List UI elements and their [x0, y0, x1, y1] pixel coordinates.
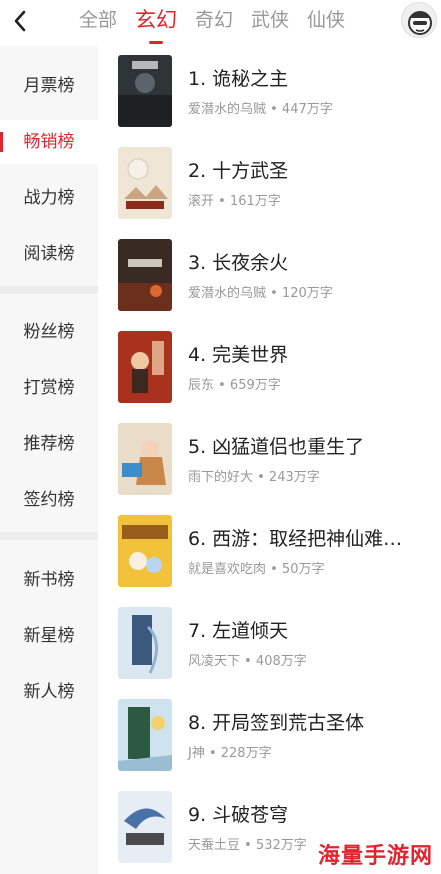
- book-cover: [118, 239, 172, 311]
- watermark: 海量手游网: [317, 844, 433, 869]
- book-cover: [118, 147, 172, 219]
- sidebar-item-new-books[interactable]: 新书榜: [0, 558, 98, 602]
- book-title: 5. 凶猛道侣也重生了: [188, 436, 365, 458]
- book-cover: [118, 55, 172, 127]
- list-item[interactable]: 1. 诡秘之主 爱潜水的乌贼 • 447万字: [98, 46, 441, 138]
- chevron-left-icon: [14, 10, 26, 32]
- book-title: 3. 长夜余火: [188, 252, 289, 274]
- book-meta: 滚开 • 161万字: [188, 194, 281, 209]
- book-cover: [118, 607, 172, 679]
- sidebar-item-reading[interactable]: 阅读榜: [0, 232, 98, 276]
- book-meta: 雨下的好大 • 243万字: [188, 470, 320, 485]
- list-item[interactable]: 8. 开局签到荒古圣体 J神 • 228万字: [98, 690, 441, 782]
- avatar[interactable]: [401, 2, 437, 38]
- book-meta: J神 • 228万字: [188, 746, 272, 761]
- book-meta: 天蚕土豆 • 532万字: [188, 838, 307, 853]
- book-meta: 爱潜水的乌贼 • 120万字: [188, 286, 333, 301]
- sidebar-item-bestseller[interactable]: 畅销榜: [0, 120, 98, 164]
- list-item[interactable]: 2. 十方武圣 滚开 • 161万字: [98, 138, 441, 230]
- book-cover: [118, 699, 172, 771]
- list-item[interactable]: 7. 左道倾天 风凌天下 • 408万字: [98, 598, 441, 690]
- book-list: 1. 诡秘之主 爱潜水的乌贼 • 447万字 2. 十方武圣 滚开 • 161万…: [98, 46, 441, 874]
- ranking-sidebar: 月票榜 畅销榜 战力榜 阅读榜 粉丝榜 打赏榜 推荐榜 签约榜 新书榜 新星榜 …: [0, 46, 98, 874]
- top-tab-bar: 全部 玄幻 奇幻 武侠 仙侠: [0, 0, 441, 46]
- book-cover: [118, 423, 172, 495]
- back-button[interactable]: [6, 6, 36, 36]
- book-title: 9. 斗破苍穹: [188, 804, 289, 826]
- list-item[interactable]: 4. 完美世界 辰东 • 659万字: [98, 322, 441, 414]
- tab-xuanhuan[interactable]: 玄幻: [126, 0, 186, 46]
- list-item[interactable]: 3. 长夜余火 爱潜水的乌贼 • 120万字: [98, 230, 441, 322]
- sidebar-item-new-authors[interactable]: 新人榜: [0, 670, 98, 714]
- sidebar-item-signed[interactable]: 签约榜: [0, 478, 98, 522]
- tab-qihuan[interactable]: 奇幻: [186, 0, 242, 46]
- book-meta: 风凌天下 • 408万字: [188, 654, 307, 669]
- book-title: 6. 西游：取经把神仙难…: [188, 528, 403, 550]
- list-item[interactable]: 6. 西游：取经把神仙难… 就是喜欢吃肉 • 50万字: [98, 506, 441, 598]
- sidebar-item-tips[interactable]: 打赏榜: [0, 366, 98, 410]
- book-title: 7. 左道倾天: [188, 620, 289, 642]
- sidebar-item-new-stars[interactable]: 新星榜: [0, 614, 98, 658]
- tab-xianxia[interactable]: 仙侠: [298, 0, 354, 46]
- sidebar-item-fans[interactable]: 粉丝榜: [0, 310, 98, 354]
- tab-all[interactable]: 全部: [70, 0, 126, 46]
- list-item[interactable]: 5. 凶猛道侣也重生了 雨下的好大 • 243万字: [98, 414, 441, 506]
- book-title: 4. 完美世界: [188, 344, 289, 366]
- sidebar-divider: [0, 286, 98, 294]
- book-title: 8. 开局签到荒古圣体: [188, 712, 365, 734]
- book-meta: 就是喜欢吃肉 • 50万字: [188, 562, 325, 577]
- sidebar-item-power[interactable]: 战力榜: [0, 176, 98, 220]
- sidebar-divider: [0, 532, 98, 540]
- book-cover: [118, 331, 172, 403]
- book-title: 2. 十方武圣: [188, 160, 289, 182]
- book-title: 1. 诡秘之主: [188, 68, 289, 90]
- category-tabs: 全部 玄幻 奇幻 武侠 仙侠: [70, 0, 354, 46]
- book-cover: [118, 791, 172, 863]
- tab-wuxia[interactable]: 武侠: [242, 0, 298, 46]
- sidebar-item-recommend[interactable]: 推荐榜: [0, 422, 98, 466]
- avatar-icon: [408, 11, 432, 35]
- book-meta: 爱潜水的乌贼 • 447万字: [188, 102, 333, 117]
- sidebar-item-monthly-votes[interactable]: 月票榜: [0, 64, 98, 108]
- book-meta: 辰东 • 659万字: [188, 378, 281, 393]
- book-cover: [118, 515, 172, 587]
